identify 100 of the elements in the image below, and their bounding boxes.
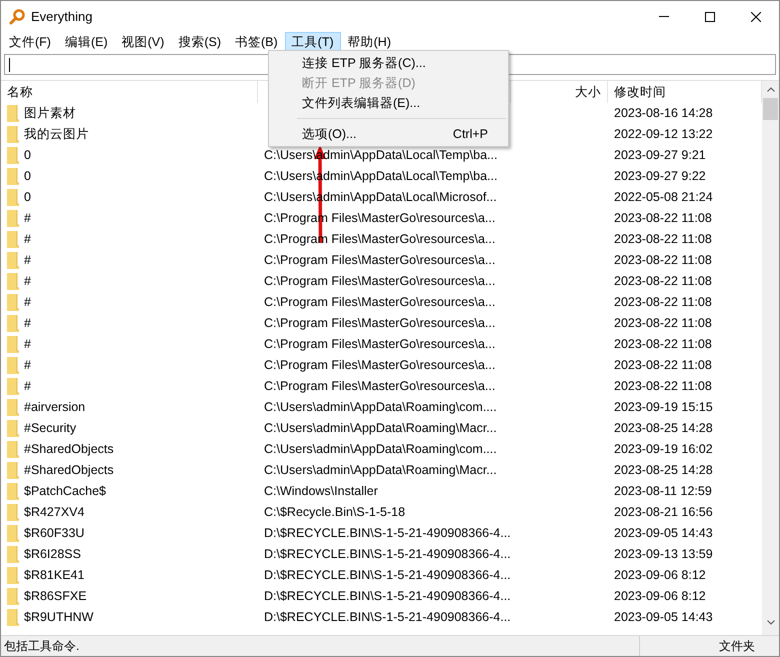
scroll-up-icon: [766, 87, 774, 92]
folder-icon: [7, 294, 19, 311]
modified-date: 2023-08-22 11:08: [614, 358, 712, 372]
file-name: 图片素材: [24, 105, 76, 122]
file-name: #SharedObjects: [24, 462, 114, 480]
file-path: D:\$RECYCLE.BIN\S-1-5-21-490908366-4...: [264, 526, 511, 540]
column-header[interactable]: 名称: [1, 81, 258, 103]
file-path: C:\Program Files\MasterGo\resources\a...: [264, 295, 496, 310]
folder-icon: [7, 609, 19, 626]
file-name: 0: [24, 168, 31, 186]
modified-date: 2023-08-11 12:59: [614, 484, 712, 498]
file-path: C:\Program Files\MasterGo\resources\a...: [264, 337, 496, 352]
folder-icon: [7, 357, 19, 374]
menu-bar-item[interactable]: 文件(F): [2, 32, 58, 52]
maximize-icon: [705, 12, 715, 22]
folder-icon: [7, 462, 19, 479]
file-path: C:\Users\admin\AppData\Roaming\com....: [264, 400, 497, 414]
folder-icon: [7, 525, 19, 542]
file-path: D:\$RECYCLE.BIN\S-1-5-21-490908366-4...: [264, 610, 511, 624]
folder-icon: [7, 336, 19, 353]
file-path: C:\Program Files\MasterGo\resources\a...: [264, 253, 496, 268]
folder-icon: [7, 315, 19, 332]
file-path: C:\Users\admin\AppData\Roaming\Macr...: [264, 421, 497, 436]
file-name: $R60F33U: [24, 525, 84, 542]
file-name: #SharedObjects: [24, 441, 114, 458]
file-name: #: [24, 357, 31, 374]
status-type: 文件夹: [639, 636, 779, 656]
column-header[interactable]: 大小: [511, 81, 608, 103]
menu-bar-item[interactable]: 书签(B): [228, 32, 285, 52]
modified-date: 2023-09-27 9:22: [614, 169, 706, 184]
folder-icon: [7, 378, 19, 395]
file-name: #: [24, 336, 31, 354]
modified-date: 2023-08-25 14:28: [614, 421, 713, 436]
folder-icon: [7, 588, 19, 605]
folder-icon: [7, 567, 19, 584]
file-path: C:\Windows\Installer: [264, 484, 378, 498]
modified-date: 2023-08-25 14:28: [614, 463, 713, 478]
modified-date: 2023-09-19 15:15: [614, 400, 713, 414]
folder-icon: [7, 441, 19, 458]
folder-icon: [7, 105, 19, 122]
file-name: $R6I28SS: [24, 546, 81, 564]
folder-icon: [7, 420, 19, 437]
file-name: $R86SFXE: [24, 588, 87, 606]
modified-date: 2023-08-22 11:08: [614, 232, 712, 246]
menu-item[interactable]: 选项(O)... Ctrl+P: [269, 124, 508, 144]
folder-icon: [7, 210, 19, 227]
modified-date: 2022-05-08 21:24: [614, 190, 713, 204]
folder-icon: [7, 189, 19, 206]
file-path: C:\$Recycle.Bin\S-1-5-18: [264, 505, 406, 520]
modified-date: 2023-09-06 8:12: [614, 568, 706, 582]
modified-date: 2023-08-22 11:08: [614, 379, 712, 394]
file-name: $PatchCache$: [24, 483, 106, 500]
scrollbar-thumb[interactable]: [763, 98, 778, 120]
modified-date: 2023-08-22 11:08: [614, 316, 712, 330]
file-path: C:\Users\admin\AppData\Roaming\Macr...: [264, 463, 497, 478]
file-name: $R427XV4: [24, 504, 84, 522]
file-name: 0: [24, 147, 31, 164]
window-title: Everything: [31, 8, 92, 26]
modified-date: 2023-09-13 13:59: [614, 547, 713, 562]
file-path: C:\Program Files\MasterGo\resources\a...: [264, 379, 496, 394]
modified-date: 2023-08-22 11:08: [614, 274, 712, 288]
file-name: #: [24, 315, 31, 332]
modified-date: 2023-08-22 11:08: [614, 253, 712, 268]
file-path: D:\$RECYCLE.BIN\S-1-5-21-490908366-4...: [264, 547, 511, 562]
modified-date: 2023-09-06 8:12: [614, 589, 706, 604]
status-message: 包括工具命令.: [3, 638, 80, 655]
file-name: $R81KE41: [24, 567, 84, 584]
menu-bar-item[interactable]: 搜索(S): [171, 32, 228, 52]
file-path: D:\$RECYCLE.BIN\S-1-5-21-490908366-4...: [264, 568, 511, 582]
file-name: 0: [24, 189, 31, 206]
folder-icon: [7, 483, 19, 500]
folder-icon: [7, 546, 19, 563]
close-icon: [751, 12, 761, 22]
folder-icon: [7, 147, 19, 164]
menu-bar-item[interactable]: 编辑(E): [58, 32, 115, 52]
menu-bar-item[interactable]: 视图(V): [114, 32, 172, 52]
file-path: C:\Program Files\MasterGo\resources\a...: [264, 316, 496, 330]
menu-bar-item[interactable]: 工具(T): [284, 32, 341, 52]
modified-date: 2023-09-05 14:43: [614, 526, 713, 540]
scroll-down-icon: [766, 620, 774, 625]
scrollbar[interactable]: [762, 81, 779, 635]
minimize-icon: [659, 16, 669, 17]
modified-date: 2023-09-27 9:21: [614, 148, 706, 162]
file-name: #: [24, 273, 31, 290]
folder-icon: [7, 504, 19, 521]
folder-icon: [7, 273, 19, 290]
menu-bar-item[interactable]: 帮助(H): [340, 32, 398, 52]
modified-date: 2022-09-12 13:22: [614, 127, 713, 142]
file-name: #airversion: [24, 399, 86, 416]
file-name: #: [24, 231, 31, 248]
modified-date: 2023-09-05 14:43: [614, 610, 713, 624]
menu-item[interactable]: 连接 ETP 服务器(C)...: [269, 53, 508, 73]
magnifier-logo-icon: [9, 8, 25, 24]
file-name: #: [24, 252, 31, 270]
menu-item[interactable]: 文件列表编辑器(E)...: [269, 93, 508, 113]
modified-date: 2023-09-19 16:02: [614, 442, 713, 456]
file-path: C:\Users\admin\AppData\Roaming\com....: [264, 442, 497, 456]
file-path: C:\Program Files\MasterGo\resources\a...: [264, 274, 496, 288]
file-name: 我的云图片: [24, 126, 89, 144]
file-path: C:\Program Files\MasterGo\resources\a...: [264, 358, 496, 372]
